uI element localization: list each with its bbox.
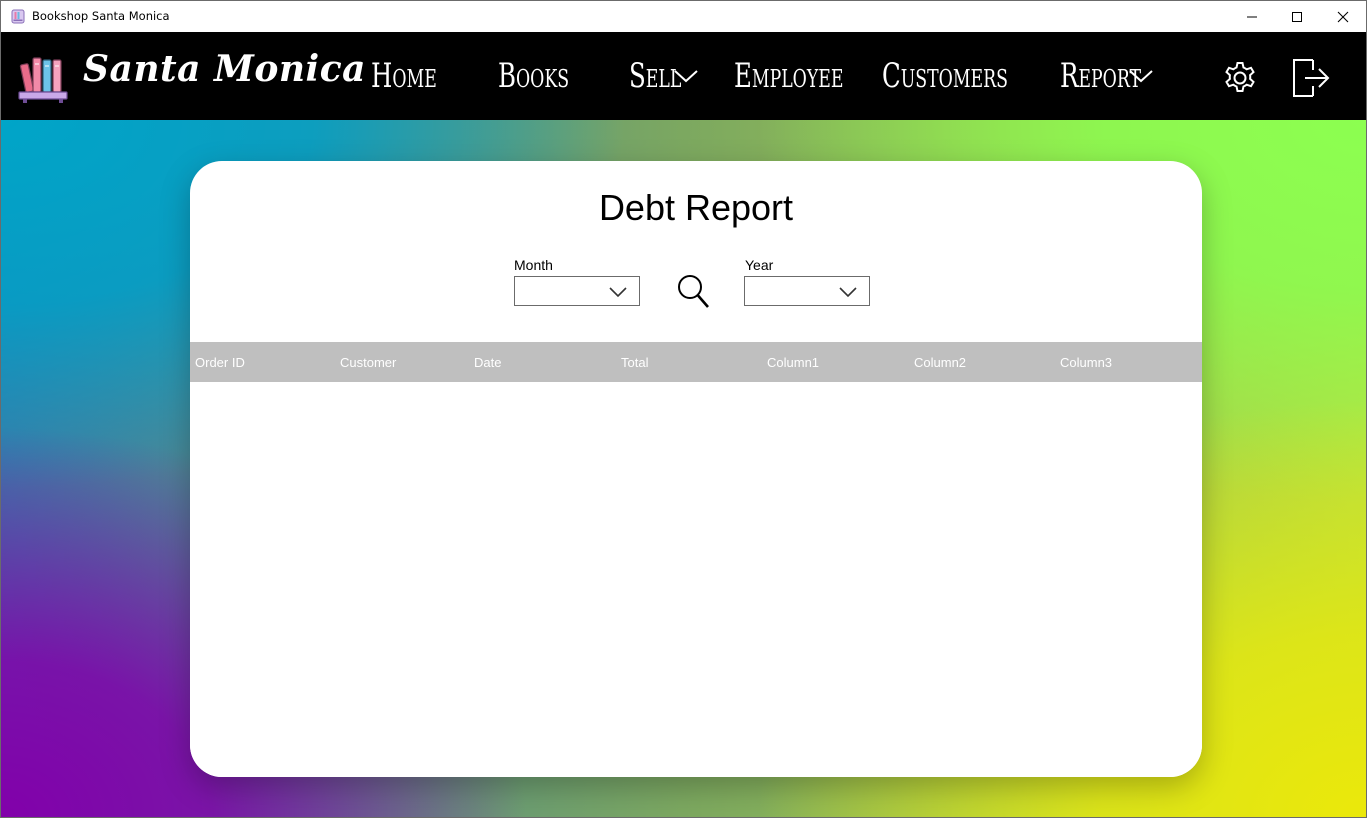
column-header-total[interactable]: Total <box>621 355 648 370</box>
nav-books[interactable]: Books <box>498 54 569 98</box>
month-select[interactable] <box>514 276 640 306</box>
close-icon <box>1337 11 1349 22</box>
table-header: Order ID Customer Date Total Column1 Col… <box>190 342 1202 382</box>
app-icon <box>11 9 25 24</box>
chevron-down-icon <box>839 287 857 298</box>
app-window: Bookshop Santa Monica Santa Monica Home … <box>0 0 1367 818</box>
maximize-button[interactable] <box>1274 1 1320 32</box>
year-label: Year <box>745 257 774 273</box>
nav-home[interactable]: Home <box>371 54 437 98</box>
sell-chevron-down-icon[interactable] <box>673 68 699 84</box>
window-title: Bookshop Santa Monica <box>32 9 170 23</box>
month-label: Month <box>514 257 553 273</box>
brand-name[interactable]: Santa Monica <box>83 48 366 90</box>
navbar: Santa Monica Home Books Sell Employee Cu… <box>1 32 1366 120</box>
debt-report-card: Debt Report Month Year Order ID Customer… <box>190 161 1202 777</box>
column-header-column1[interactable]: Column1 <box>767 355 819 370</box>
column-header-column2[interactable]: Column2 <box>914 355 966 370</box>
column-header-order-id[interactable]: Order ID <box>195 355 245 370</box>
year-select[interactable] <box>744 276 870 306</box>
column-header-column3[interactable]: Column3 <box>1060 355 1112 370</box>
content-area: Debt Report Month Year Order ID Customer… <box>1 120 1366 817</box>
report-chevron-down-icon[interactable] <box>1128 68 1154 84</box>
column-header-date[interactable]: Date <box>474 355 501 370</box>
minimize-button[interactable] <box>1229 1 1275 32</box>
close-button[interactable] <box>1320 1 1366 32</box>
page-title: Debt Report <box>598 187 794 228</box>
gear-icon[interactable] <box>1222 60 1258 96</box>
search-icon[interactable] <box>677 274 711 310</box>
chevron-down-icon <box>609 287 627 298</box>
bookshelf-logo-icon[interactable] <box>17 54 69 104</box>
column-header-customer[interactable]: Customer <box>340 355 396 370</box>
minimize-icon <box>1247 16 1257 17</box>
nav-customers[interactable]: Customers <box>882 54 1008 98</box>
table-body <box>190 382 1202 777</box>
title-bar: Bookshop Santa Monica <box>1 1 1366 32</box>
maximize-icon <box>1292 11 1302 22</box>
logout-icon[interactable] <box>1291 58 1331 98</box>
nav-employee[interactable]: Employee <box>734 54 843 98</box>
